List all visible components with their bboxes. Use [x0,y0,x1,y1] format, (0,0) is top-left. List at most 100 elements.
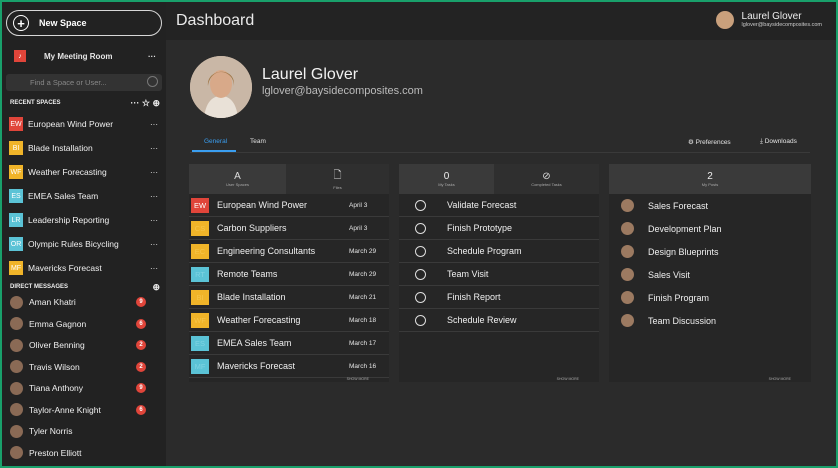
more-icon[interactable]: ··· [150,240,158,249]
space-name: European Wind Power [217,200,308,210]
user-email: lglover@baysidecomposites.com [741,22,822,28]
sidebar-space-item[interactable]: MF Mavericks Forecast ··· [2,258,166,278]
avatar [10,295,23,309]
post-title: Development Plan [648,223,722,234]
completed-tasks-tab[interactable]: ⊘ Completed Tasks [494,164,599,194]
tab-team[interactable]: Team [250,138,266,145]
post-title: Sales Forecast [648,200,709,211]
space-date: March 18 [349,316,377,324]
tasks-show-more[interactable]: SHOW MORE [557,377,579,381]
post-row[interactable]: Finish Program [609,286,811,309]
post-row[interactable]: Team Discussion [609,309,811,332]
search-icon[interactable] [147,76,158,87]
task-checkbox[interactable] [415,268,426,280]
dm-item[interactable]: Tyler Norris [2,421,166,441]
sidebar-space-item[interactable]: OR Olympic Rules Bicycling ··· [2,234,166,254]
task-checkbox[interactable] [415,314,426,326]
more-icon[interactable]: ··· [150,168,158,177]
more-icon[interactable]: ··· [150,264,158,273]
search-input[interactable]: Find a Space or User... [6,74,162,91]
my-posts-tab[interactable]: 2 My Posts [609,164,811,194]
post-row[interactable]: Sales Forecast [609,194,811,217]
unread-badge: 2 [136,340,146,350]
dm-item[interactable]: Oliver Benning 2 [2,335,166,355]
space-date: March 29 [349,247,377,255]
avatar [621,222,634,235]
sidebar-space-item[interactable]: BI Blade Installation ··· [2,138,166,158]
downloads-button[interactable]: ⤓ Downloads [760,138,797,146]
space-row[interactable]: RT Remote Teams March 29 [189,263,389,286]
user-menu[interactable]: Laurel Glover lglover@baysidecomposites.… [715,11,822,29]
tab-general[interactable]: General [204,138,227,145]
task-row[interactable]: Finish Prototype [399,217,599,240]
meeting-room-more-icon[interactable]: ··· [148,52,156,61]
plus-icon: + [13,15,29,31]
space-tag: RT [191,266,209,282]
space-row[interactable]: MF Mavericks Forecast March 16 [189,355,389,378]
space-row[interactable]: EW European Wind Power April 3 [189,194,389,217]
post-row[interactable]: Sales Visit [609,263,811,286]
sidebar-space-item[interactable]: WF Weather Forecasting ··· [2,162,166,182]
dm-item[interactable]: Emma Gagnon 6 [2,314,166,334]
spaces-icon: A [234,171,241,182]
spaces-panel: A User Spaces 🗋 Files EW European Wind Po… [189,164,389,382]
task-checkbox[interactable] [415,199,426,211]
avatar [10,360,23,373]
my-tasks-tab[interactable]: 0 My Tasks [399,164,494,194]
space-row[interactable]: EC Engineering Consultants March 29 [189,240,389,263]
preferences-button[interactable]: ⚙ Preferences [688,138,731,146]
my-meeting-room[interactable]: ♪ My Meeting Room ··· [2,46,166,66]
task-checkbox[interactable] [415,291,426,303]
unread-badge: 6 [136,318,146,329]
more-icon[interactable]: ··· [150,216,158,225]
task-row[interactable]: Schedule Program [399,240,599,263]
dm-item[interactable]: Aman Khatri 9 [2,292,166,312]
sidebar-space-item[interactable]: LR Leadership Reporting ··· [2,210,166,230]
dm-item[interactable]: Taylor-Anne Knight 6 [2,400,166,420]
post-row[interactable]: Development Plan [609,217,811,240]
my-posts-label: My Posts [701,182,719,187]
post-title: Team Discussion [648,315,717,326]
space-date: March 21 [349,293,377,301]
check-circle-icon: ⊘ [542,171,551,182]
files-tab[interactable]: 🗋 Files [286,164,389,194]
posts-show-more[interactable]: SHOW MORE [769,377,791,381]
task-checkbox[interactable] [415,245,426,257]
sidebar-space-item[interactable]: ES EMEA Sales Team ··· [2,186,166,206]
sidebar-space-item[interactable]: EW European Wind Power ··· [2,114,166,134]
user-spaces-tab[interactable]: A User Spaces [189,164,286,194]
spaces-show-more[interactable]: SHOW MORE [347,377,369,381]
avatar [621,291,634,304]
task-row[interactable]: Team Visit [399,263,599,286]
dm-item[interactable]: Preston Elliott [2,443,166,463]
post-title: Finish Program [648,292,710,303]
dm-item[interactable]: Travis Wilson 2 [2,357,166,377]
task-row[interactable]: Schedule Review [399,309,599,332]
avatar [10,338,23,352]
space-name: Carbon Suppliers [217,223,287,233]
task-name: Validate Forecast [447,200,517,210]
space-row[interactable]: CS Carbon Suppliers April 3 [189,217,389,240]
more-icon[interactable]: ··· [150,144,158,153]
space-row[interactable]: BI Blade Installation March 21 [189,286,389,309]
post-row[interactable]: Design Blueprints [609,240,811,263]
space-row[interactable]: WF Weather Forecasting March 18 [189,309,389,332]
dm-item[interactable]: Tiana Anthony 9 [2,378,166,398]
space-date: April 3 [349,224,368,232]
more-icon[interactable]: ··· [150,192,158,201]
task-row[interactable]: Validate Forecast [399,194,599,217]
task-checkbox[interactable] [415,222,426,234]
more-icon[interactable]: ··· [150,120,158,129]
space-name: Mavericks Forecast [28,263,102,273]
space-row[interactable]: ES EMEA Sales Team March 17 [189,332,389,355]
space-tag: BI [9,141,23,155]
add-dm-icon[interactable]: ⊕ [152,282,160,293]
space-tag: MF [191,358,209,374]
user-name: Laurel Glover [741,11,802,22]
task-row[interactable]: Finish Report [399,286,599,309]
recent-spaces-controls[interactable]: ··· ☆ ⊕ [130,98,160,109]
new-space-button[interactable]: + New Space [6,10,162,36]
space-date: March 16 [349,362,377,370]
avatar [621,245,634,258]
space-tag: WF [191,312,209,328]
